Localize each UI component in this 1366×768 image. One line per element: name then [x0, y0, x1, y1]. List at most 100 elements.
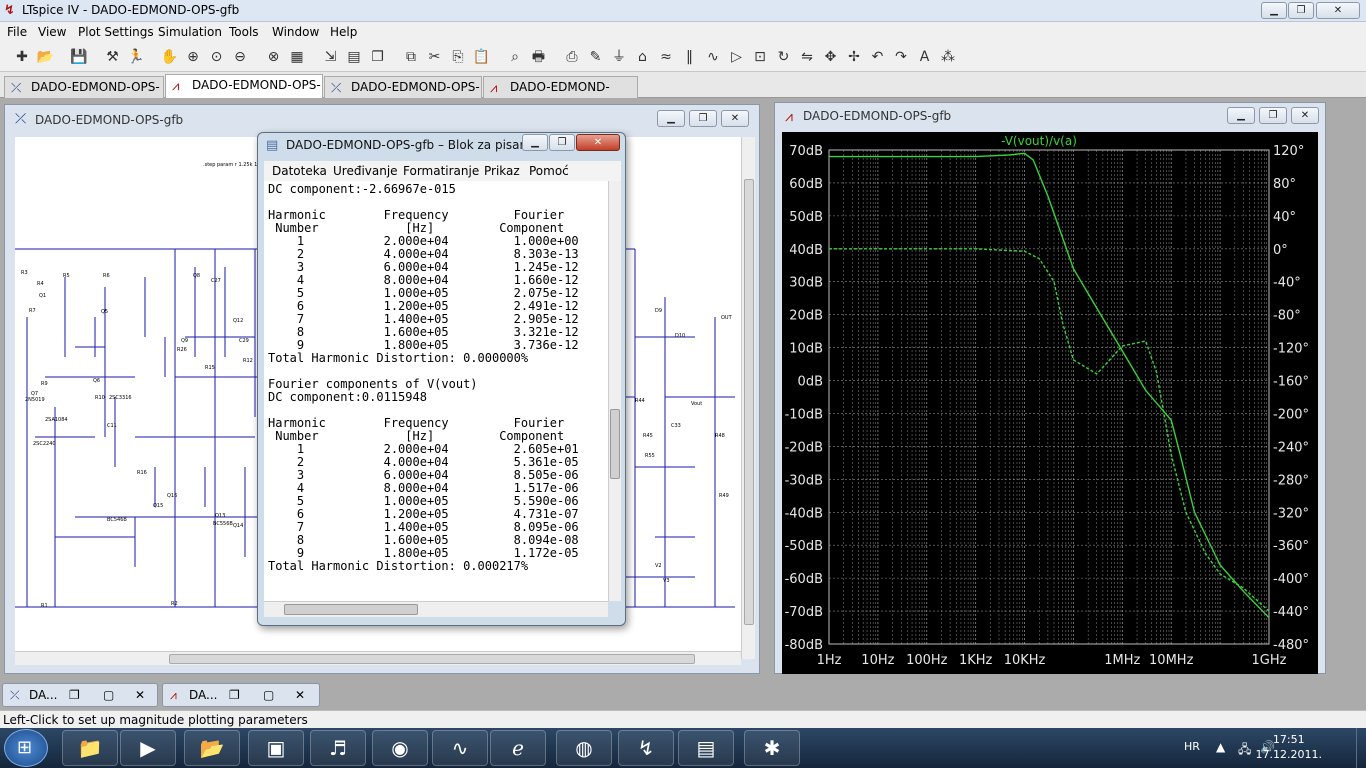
rotate-icon[interactable]: ↻ [774, 47, 794, 67]
print-setup-icon[interactable]: ⎙ [562, 47, 582, 67]
presentation-icon[interactable]: ▣ [248, 730, 304, 766]
capacitor-icon[interactable]: ‖ [680, 47, 700, 67]
new-schematic-icon[interactable]: ✚ [12, 47, 32, 67]
plot-canvas[interactable]: 70dB 60dB 50dB 40dB 30dB 20dB 10dB 0dB -10dB -20d… [782, 132, 1318, 674]
notepad-text[interactable]: DC component:-2.66967e-015 Harmonic Freq… [268, 183, 579, 573]
component-icon[interactable]: ⊡ [750, 47, 770, 67]
text-icon[interactable]: A [915, 47, 935, 67]
tab-plot-pfb[interactable]: ⩘DADO-EDMOND-OPS-pfb [483, 76, 638, 114]
media-player-icon[interactable]: ▶ [120, 730, 176, 766]
cascade-icon[interactable]: ❐ [368, 47, 388, 67]
zoom-pan-icon[interactable]: ⊙ [207, 47, 227, 67]
notepad-maximize-button[interactable]: ❐ [549, 134, 575, 151]
zoom-out-icon[interactable]: ⊖ [230, 47, 250, 67]
bode-plot[interactable]: 70dB 60dB 50dB 40dB 30dB 20dB 10dB 0dB -10dB -20d… [782, 132, 1318, 674]
start-button[interactable]: ⊞ [4, 729, 48, 767]
run-icon[interactable]: 🏃 [126, 47, 146, 67]
plot-close-button[interactable]: ✕ [1291, 107, 1319, 124]
minimized-plot-window[interactable]: ⩘ DA... ❐ ▢ ✕ [162, 683, 320, 707]
spice-directive-icon[interactable]: ⁂ [938, 47, 958, 67]
schematic-close-button[interactable]: ✕ [721, 110, 749, 127]
notepad-menu-edit[interactable]: Uređivanje [333, 164, 398, 178]
tray-expand-icon[interactable]: ▲ [1216, 740, 1225, 754]
print-icon[interactable]: 🖶 [529, 47, 549, 67]
redo-icon[interactable]: ↷ [891, 47, 911, 67]
open-icon[interactable]: 📂 [36, 47, 56, 67]
oscilloscope-icon[interactable]: ∿ [432, 730, 488, 766]
autorange-icon[interactable]: ▦ [287, 47, 307, 67]
diode-icon[interactable]: ▷ [727, 47, 747, 67]
find-icon[interactable]: ⌕ [505, 47, 525, 67]
resistor-icon[interactable]: ≈ [656, 47, 676, 67]
minimized-schematic-window[interactable]: ⤫ DA... ❐ ▢ ✕ [2, 683, 158, 707]
phase-trace[interactable] [829, 248, 1270, 612]
close-icon[interactable]: ✕ [295, 684, 305, 706]
menu-tools[interactable]: Tools [229, 25, 259, 39]
schematic-minimize-button[interactable]: ▁ [657, 110, 685, 127]
paste-icon[interactable]: 📋 [472, 47, 492, 67]
mirror-icon[interactable]: ⇋ [797, 47, 817, 67]
zoom-cancel-icon[interactable]: ⊗ [264, 47, 284, 67]
close-button[interactable]: ✕ [1316, 2, 1360, 19]
internet-explorer-icon[interactable]: ℯ [490, 730, 546, 766]
tab-plot-gfb[interactable]: ⩘DADO-EDMOND-OPS-gfb [165, 74, 323, 112]
notepad-menu-view[interactable]: Prikaz [484, 164, 520, 178]
menu-help[interactable]: Help [330, 25, 357, 39]
plot-restore-button[interactable]: ❐ [1259, 107, 1287, 124]
menu-view[interactable]: View [38, 25, 66, 39]
menu-simulation[interactable]: Simulation [158, 25, 222, 39]
notepad-menu-format[interactable]: Formatiranje [403, 164, 479, 178]
label-icon[interactable]: ⌂ [633, 47, 653, 67]
move-icon[interactable]: ✢ [844, 47, 864, 67]
explorer-icon[interactable]: 📁 [62, 730, 118, 766]
cut-icon[interactable]: ✂ [425, 47, 445, 67]
drag-icon[interactable]: ✥ [821, 47, 841, 67]
notepad-menu-file[interactable]: Datoteka [272, 164, 327, 178]
fit-icon[interactable]: ⇲ [321, 47, 341, 67]
clock[interactable]: 17:51 17.12.2011. [1256, 732, 1322, 762]
scrollbar-thumb[interactable] [169, 654, 695, 664]
restore-icon[interactable]: ❐ [229, 684, 240, 706]
notepad-horizontal-scrollbar[interactable] [264, 601, 608, 617]
scrollbar-thumb[interactable] [744, 179, 754, 625]
notepad-minimize-button[interactable]: ▁ [522, 134, 548, 151]
ground-icon[interactable]: ⏚ [609, 47, 629, 67]
menu-file[interactable]: File [7, 25, 27, 39]
plot-window[interactable]: ⩘ DADO-EDMOND-OPS-gfb ▁ ❐ ✕ 70dB 60dB 50dB… [774, 102, 1326, 674]
inductor-icon[interactable]: ∿ [703, 47, 723, 67]
app-icon[interactable]: ✱ [744, 730, 800, 766]
maximize-icon[interactable]: ▢ [263, 684, 274, 706]
maximize-icon[interactable]: ▢ [103, 684, 114, 706]
audio-icon[interactable]: ♬ [310, 730, 366, 766]
scrollbar-thumb[interactable] [610, 409, 620, 479]
show-desktop-button[interactable] [1356, 728, 1366, 768]
notepad-text-area[interactable]: DC component:-2.66967e-015 Harmonic Freq… [264, 181, 608, 601]
menu-window[interactable]: Window [272, 25, 319, 39]
close-icon[interactable]: ✕ [135, 684, 145, 706]
firefox-icon[interactable]: ◍ [556, 730, 612, 766]
ltspice-icon[interactable]: ↯ [618, 730, 674, 766]
wire-icon[interactable]: ✎ [586, 47, 606, 67]
tile-h-icon[interactable]: ▤ [344, 47, 364, 67]
save-icon[interactable]: 💾 [69, 47, 89, 67]
folder-icon[interactable]: 📂 [184, 730, 240, 766]
notepad-menu-help[interactable]: Pomoć [529, 164, 569, 178]
undo-icon[interactable]: ↶ [868, 47, 888, 67]
notepad-icon[interactable]: ▤ [678, 730, 734, 766]
notepad-window[interactable]: ▤ DADO-EDMOND-OPS-gfb – Blok za pisan...… [257, 132, 626, 626]
schematic-vertical-scrollbar[interactable] [741, 137, 755, 659]
minimize-button[interactable]: ▁ [1261, 2, 1287, 19]
hammer-icon[interactable]: ⚒ [103, 47, 123, 67]
zoom-in-icon[interactable]: ⊕ [183, 47, 203, 67]
notepad-close-button[interactable]: ✕ [576, 134, 620, 151]
language-indicator[interactable]: HR [1184, 740, 1200, 753]
copy-icon[interactable]: ⎘ [448, 47, 468, 67]
network-icon[interactable]: 🖧 [1238, 740, 1251, 761]
magnitude-trace[interactable] [829, 152, 1270, 619]
close-all-icon[interactable]: ⧉ [401, 47, 421, 67]
scrollbar-thumb[interactable] [284, 604, 418, 615]
notepad-vertical-scrollbar[interactable] [608, 181, 621, 601]
antivirus-icon[interactable]: ◉ [372, 730, 428, 766]
menu-plot-settings[interactable]: Plot Settings [78, 25, 154, 39]
halt-icon[interactable]: ✋ [160, 47, 180, 67]
